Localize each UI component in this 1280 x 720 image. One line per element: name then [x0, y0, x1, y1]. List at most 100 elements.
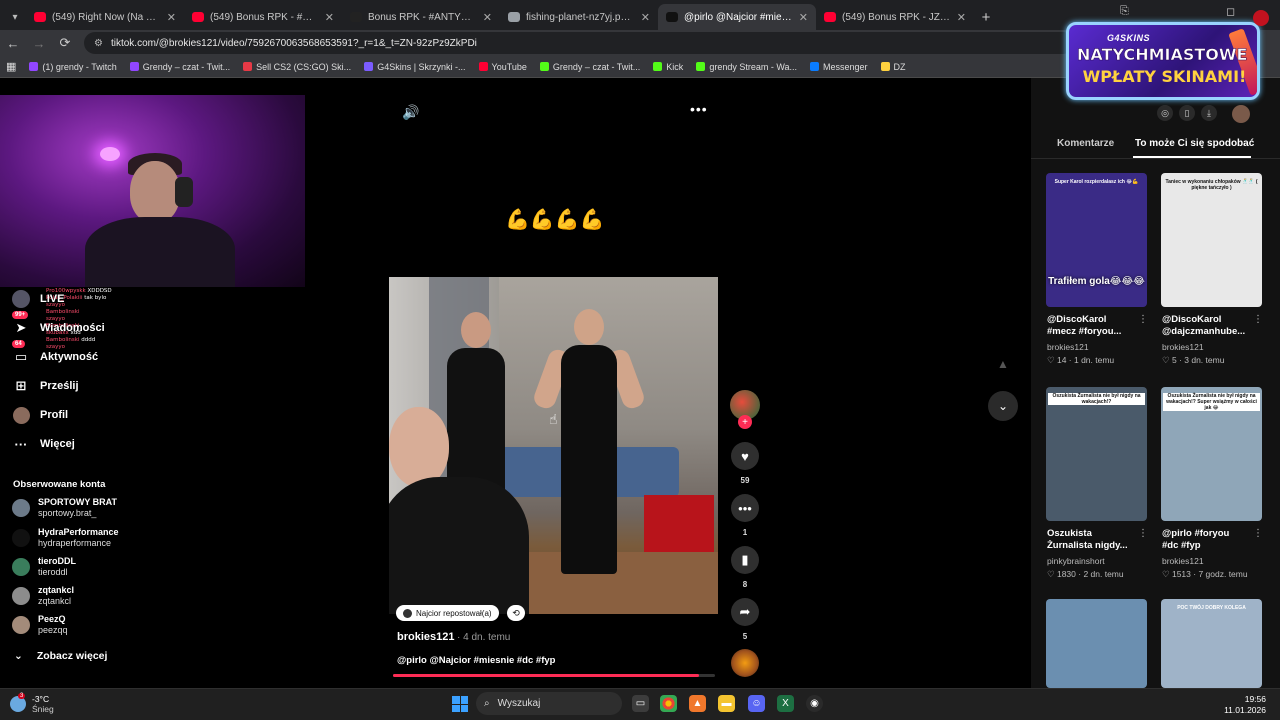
system-clock[interactable]: 19:56 11.01.2026 [1224, 694, 1266, 716]
video-player[interactable] [389, 277, 718, 614]
nav-messages[interactable]: ➤ 99+ Wiadomości [12, 311, 212, 337]
file-explorer-icon[interactable]: ▬ [718, 695, 735, 712]
followed-account[interactable]: SPORTOWY BRAT sportowy.brat_ [12, 497, 212, 519]
like-count: 59 [740, 476, 750, 485]
vlc-icon[interactable]: ▲ [689, 695, 706, 712]
live-icon [12, 290, 30, 308]
video-options-icon[interactable]: ••• [690, 101, 708, 117]
video-progress-bar[interactable] [393, 674, 715, 677]
address-bar[interactable]: ⚙ tiktok.com/@brokies121/video/759267006… [84, 32, 1074, 54]
thumbnail-caption: Oszukista Żurnalista nie był nigdy na wa… [1163, 393, 1260, 411]
video-card-info[interactable]: @pirlo #foryou #dc #fyp brokies121 ♡ 1513 ·… [1162, 528, 1265, 580]
promo-banner[interactable]: G4SKINS NATYCHMIASTOWE WPŁATY SKINAMI! [1066, 22, 1260, 100]
card-stats: ♡ 1830 · 2 dn. temu [1047, 569, 1124, 579]
video-author[interactable]: brokies121 [397, 631, 454, 643]
video-thumbnail[interactable]: Super Karol rozpierdalasz ich 😂💪 Trafiłem… [1046, 173, 1147, 307]
browser-tab[interactable]: @pirlo @Najcior #miesnie #dc ✕ [658, 4, 816, 30]
forward-icon[interactable]: → [32, 36, 46, 51]
close-icon[interactable]: ✕ [483, 11, 492, 24]
browser-tab[interactable]: fishing-planet-nz7yj.png (480× ✕ [500, 4, 658, 30]
tab-search-icon[interactable]: ▾ [4, 4, 26, 30]
video-thumbnail[interactable]: Taniec w wykonaniu chłopaków 🕺🕺 ( piękne… [1161, 173, 1262, 307]
apps-icon[interactable]: ▦ [6, 60, 16, 73]
card-more-icon[interactable]: ⋮ [1138, 314, 1148, 325]
browser-tab[interactable]: Bonus RPK - #ANTYGRANDE L ✕ [342, 4, 500, 30]
bookmark-item[interactable]: Sell CS2 (CS:GO) Ski... [243, 62, 351, 72]
new-tab-button[interactable]: + [974, 4, 998, 30]
discord-icon[interactable]: ☺ [748, 695, 765, 712]
repost-icon[interactable]: ⟲ [507, 605, 525, 621]
bookmark-item[interactable]: (1) grendy - Twitch [29, 62, 117, 72]
tab-comments[interactable]: Komentarze [1057, 138, 1114, 149]
bookmark-item[interactable]: G4Skins | Skrzynki -... [364, 62, 466, 72]
red-logo-icon [1253, 10, 1269, 26]
video-thumbnail[interactable] [1046, 599, 1147, 688]
taskbar-search[interactable]: ⌕ Wyszukaj [476, 692, 622, 715]
like-icon[interactable]: ♥ [731, 442, 759, 470]
back-icon[interactable]: ← [6, 36, 20, 51]
close-icon[interactable]: ✕ [325, 11, 334, 24]
video-card-info[interactable]: Oszukista Żurnalista nigdy... pinkybrainsh… [1047, 528, 1150, 580]
nav-more[interactable]: ··· Więcej [12, 435, 212, 453]
next-video-icon[interactable]: ⌄ [988, 391, 1018, 421]
chrome-icon[interactable] [660, 695, 677, 712]
windows-start-icon[interactable] [452, 696, 468, 712]
account-name: HydraPerformance [38, 527, 119, 537]
nav-activity[interactable]: ▭ 64 Aktywność [12, 340, 212, 366]
task-view-icon[interactable]: ▭ [632, 695, 649, 712]
phone-icon[interactable]: ▯ [1179, 105, 1195, 121]
video-card-info[interactable]: @DiscoKarol @dajczmanhube... brokies121 ♡ 5… [1162, 314, 1265, 366]
weather-widget[interactable]: 3 -3°C Śnieg [10, 693, 54, 714]
bookmark-item[interactable]: Grendy – czat - Twit... [539, 62, 640, 72]
followed-account[interactable]: tieroDDL tieroddl [12, 556, 212, 578]
card-more-icon[interactable]: ⋮ [1253, 314, 1263, 325]
tab-recommended[interactable]: To może Ci się spodobać [1135, 138, 1254, 149]
followed-account[interactable]: zqtankcl zqtankcl [12, 585, 212, 607]
bookmark-icon[interactable]: ▮ [731, 546, 759, 574]
repost-badge[interactable]: Najcior repostował(a) [396, 605, 499, 621]
bookmark-item[interactable]: Messenger [810, 62, 868, 72]
maximize-icon[interactable]: ◻ [1226, 5, 1235, 18]
browser-tab[interactable]: (549) Right Now (Na Na Na) - Y ✕ [26, 4, 184, 30]
music-disc-icon[interactable] [731, 649, 759, 677]
browser-tab[interactable]: (549) Bonus RPK - JZWWZJ ft. I ✕ [816, 4, 974, 30]
tab-divider [1031, 158, 1280, 159]
bookmark-item[interactable]: YouTube [478, 62, 527, 72]
site-info-icon[interactable]: ⚙ [94, 38, 103, 49]
see-more-button[interactable]: ⌄ Zobacz więcej [14, 650, 107, 662]
messages-badge: 99+ [12, 311, 29, 319]
cast-icon[interactable]: ⎘ [1120, 5, 1129, 18]
video-caption[interactable]: @pirlo @Najcior #miesnie #dc #fyp [397, 655, 555, 666]
download-icon[interactable]: ⤓ [1201, 105, 1217, 121]
video-card-info[interactable]: @DiscoKarol #mecz #foryou... brokies121 ♡ 1… [1047, 314, 1150, 366]
bookmark-item[interactable]: DZ [880, 62, 906, 72]
compass-icon[interactable]: ◎ [1157, 105, 1173, 121]
video-thumbnail[interactable]: POC TWÓJ DOBRY KOLEGA [1161, 599, 1262, 688]
bookmark-item[interactable]: Grendy – czat - Twit... [129, 62, 230, 72]
excel-icon[interactable]: X [777, 695, 794, 712]
bookmark-item[interactable]: Kick [653, 62, 683, 72]
followed-account[interactable]: PeezQ peezqq [12, 614, 212, 636]
close-icon[interactable]: ✕ [641, 11, 650, 24]
nav-live[interactable]: LIVE [12, 290, 212, 308]
previous-video-icon[interactable]: ▲ [988, 349, 1018, 379]
close-icon[interactable]: ✕ [799, 11, 808, 24]
card-more-icon[interactable]: ⋮ [1138, 528, 1148, 539]
close-icon[interactable]: ✕ [957, 11, 966, 24]
comment-icon[interactable]: ••• [731, 494, 759, 522]
browser-tab[interactable]: (549) Bonus RPK - #ANTYGRAN ✕ [184, 4, 342, 30]
user-avatar[interactable] [1232, 105, 1250, 123]
volume-icon[interactable]: 🔊 [402, 104, 419, 121]
video-thumbnail[interactable]: Oszukista Żurnalista nie był nigdy na wa… [1161, 387, 1262, 521]
obs-icon[interactable]: ◉ [806, 695, 823, 712]
card-more-icon[interactable]: ⋮ [1253, 528, 1263, 539]
nav-profile[interactable]: Profil [12, 406, 212, 424]
followed-account[interactable]: HydraPerformance hydraperformance [12, 527, 212, 549]
reload-icon[interactable]: ⟳ [58, 35, 72, 51]
video-thumbnail[interactable]: Oszukista Żurnalista nie był nigdy na wa… [1046, 387, 1147, 521]
nav-upload[interactable]: ⊞ Prześlij [12, 377, 212, 395]
bookmark-item[interactable]: grendy Stream - Wa... [696, 62, 797, 72]
share-icon[interactable]: ➦ [731, 598, 759, 626]
close-icon[interactable]: ✕ [167, 11, 176, 24]
follow-plus-icon[interactable]: + [738, 415, 752, 429]
